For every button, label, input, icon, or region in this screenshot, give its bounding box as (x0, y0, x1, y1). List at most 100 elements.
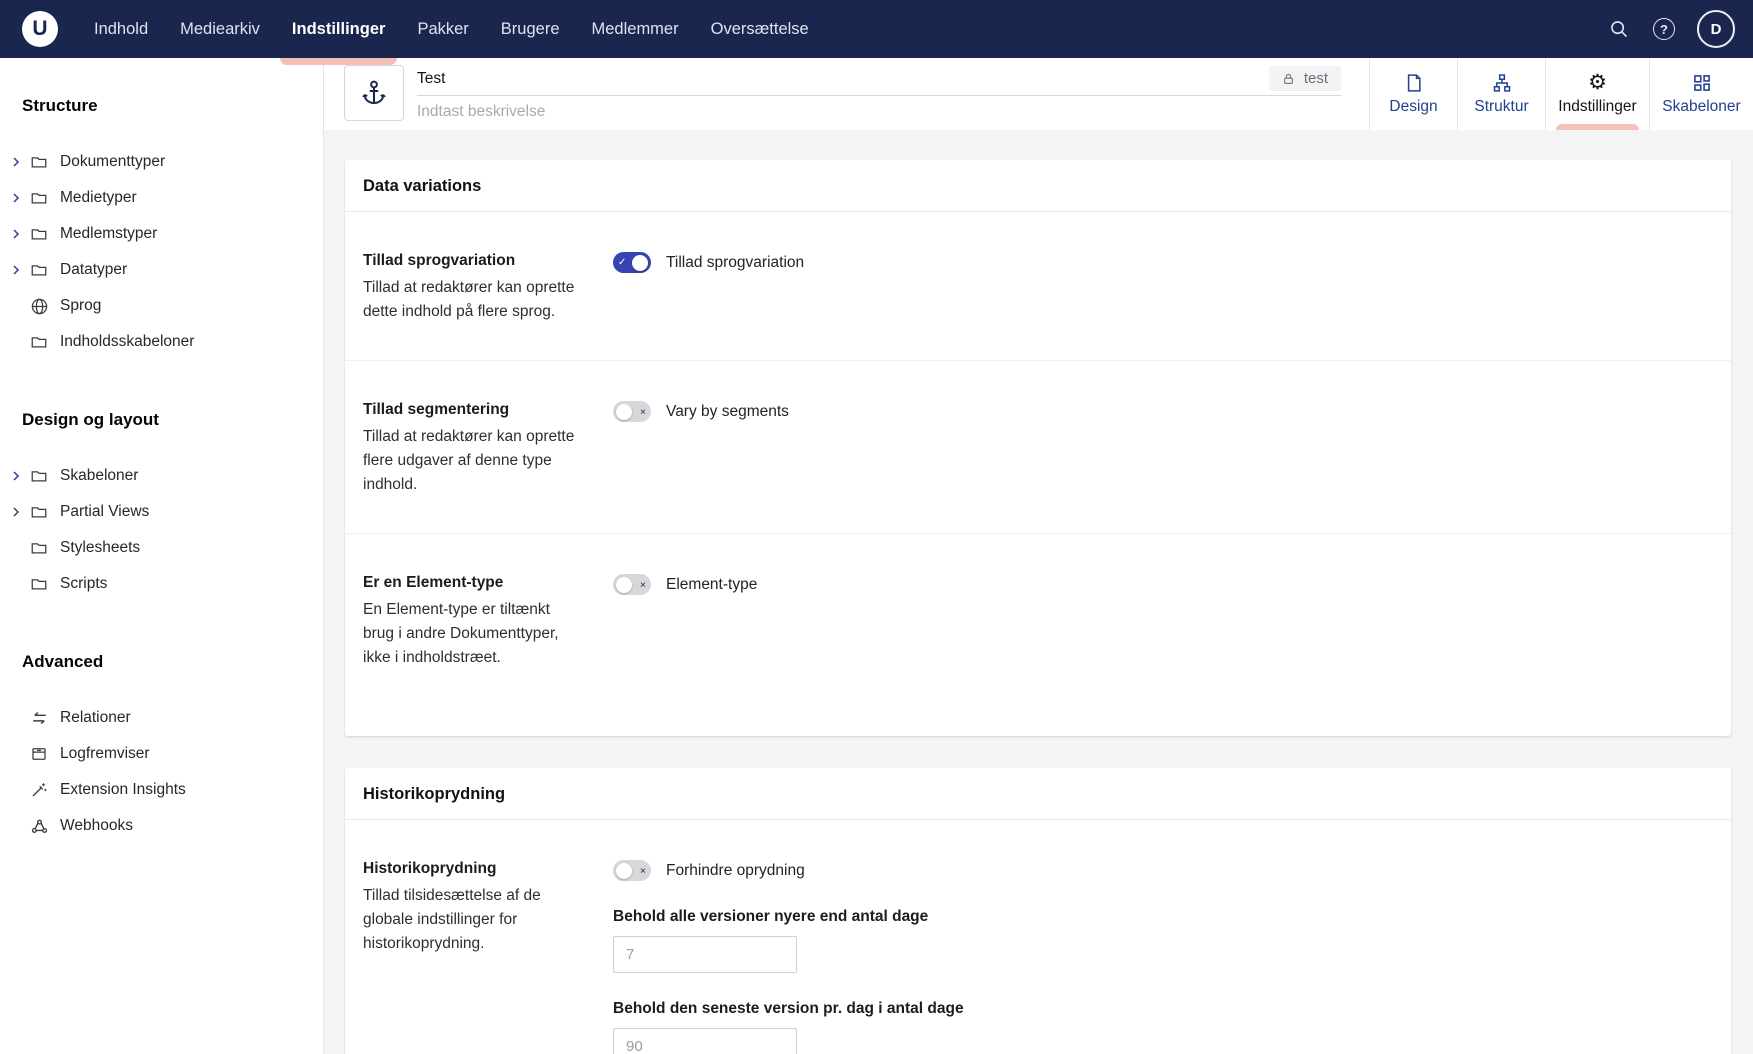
property-label: Historikoprydning (363, 860, 593, 878)
active-indicator (1556, 124, 1639, 130)
umbraco-logo[interactable]: U (22, 11, 58, 47)
topnav-item-pakker[interactable]: Pakker (401, 0, 484, 58)
sidebar-item-label: Dokumenttyper (60, 153, 165, 171)
tab-indstillinger[interactable]: ⚙ Indstillinger (1545, 58, 1649, 130)
sidebar-item-label: Relationer (60, 709, 131, 727)
sidebar-item-medlemstyper[interactable]: Medlemstyper (0, 216, 323, 252)
sidebar-item-scripts[interactable]: Scripts (0, 566, 323, 602)
sidebar-item-label: Skabeloner (60, 467, 138, 485)
toggle-knob (616, 863, 632, 879)
chevron-right-icon[interactable] (8, 228, 24, 240)
gear-icon: ⚙ (1588, 73, 1607, 93)
settings-content: Data variations Tillad sprogvariation Ti… (324, 130, 1753, 1054)
sidebar-item-extension-insights[interactable]: Extension Insights (0, 772, 323, 808)
property-label: Er en Element-type (363, 574, 593, 592)
tab-label: Indstillinger (1558, 98, 1636, 116)
chevron-right-icon[interactable] (8, 192, 24, 204)
active-indicator (280, 58, 398, 65)
help-icon[interactable]: ? (1653, 18, 1675, 40)
avatar-initial: D (1711, 21, 1722, 38)
card-historikoprydning: Historikoprydning Historikoprydning Till… (345, 768, 1731, 1054)
grid-icon (1692, 73, 1712, 93)
lock-icon (1282, 72, 1295, 86)
avatar[interactable]: D (1697, 10, 1735, 48)
sidebar-item-label: Sprog (60, 297, 101, 315)
alias-lock-badge[interactable]: test (1269, 66, 1341, 91)
tab-skabeloner[interactable]: Skabeloner (1649, 58, 1753, 130)
document-icon (1404, 73, 1424, 93)
toggle-vary-by-culture[interactable]: ✓ (613, 252, 651, 273)
description-input[interactable] (417, 103, 1341, 121)
property-label: Tillad sprogvariation (363, 252, 593, 270)
wand-icon (29, 780, 49, 800)
toggle-prevent-cleanup[interactable]: × (613, 860, 651, 881)
folder-icon (29, 260, 49, 280)
chevron-right-icon[interactable] (8, 264, 24, 276)
topnav-label: Indhold (94, 20, 148, 39)
card-title: Data variations (345, 160, 1731, 212)
sidebar-item-indholdsskabeloner[interactable]: Indholdsskabeloner (0, 324, 323, 360)
webhook-icon (29, 816, 49, 836)
sidebar-item-logfremviser[interactable]: Logfremviser (0, 736, 323, 772)
sidebar-item-label: Medietyper (60, 189, 137, 207)
folder-icon (29, 574, 49, 594)
sidebar-item-skabeloner[interactable]: Skabeloner (0, 458, 323, 494)
x-icon: × (640, 866, 648, 876)
folder-icon (29, 332, 49, 352)
log-viewer-icon (29, 744, 49, 764)
tab-design[interactable]: Design (1369, 58, 1457, 130)
tab-label: Design (1389, 98, 1437, 116)
sidebar-item-webhooks[interactable]: Webhooks (0, 808, 323, 844)
topnav-item-mediearkiv[interactable]: Mediearkiv (164, 0, 276, 58)
topnav-item-brugere[interactable]: Brugere (485, 0, 576, 58)
sidebar-item-partial-views[interactable]: Partial Views (0, 494, 323, 530)
card-data-variations: Data variations Tillad sprogvariation Ti… (345, 160, 1731, 736)
search-icon[interactable] (1607, 17, 1631, 41)
x-icon: × (640, 580, 648, 590)
folder-icon (29, 538, 49, 558)
property-row-historikoprydning: Historikoprydning Tillad tilsidesættelse… (345, 820, 1731, 1054)
toggle-label: Forhindre oprydning (666, 862, 805, 880)
topnav-item-indstillinger[interactable]: Indstillinger (276, 0, 402, 58)
section-title-structure: Structure (22, 96, 323, 116)
topnav-sections: Indhold Mediearkiv Indstillinger Pakker … (78, 0, 825, 58)
section-title-design-og-layout: Design og layout (22, 410, 323, 430)
sidebar-item-relationer[interactable]: Relationer (0, 700, 323, 736)
sidebar-item-stylesheets[interactable]: Stylesheets (0, 530, 323, 566)
chevron-right-icon[interactable] (8, 470, 24, 482)
sidebar-item-medietyper[interactable]: Medietyper (0, 180, 323, 216)
x-icon: × (640, 407, 648, 417)
tab-label: Skabeloner (1662, 98, 1740, 116)
topnav-item-oversaettelse[interactable]: Oversættelse (695, 0, 825, 58)
toggle-vary-by-segments[interactable]: × (613, 401, 651, 422)
topnav-label: Medlemmer (592, 20, 679, 39)
keep-all-versions-input[interactable] (613, 936, 797, 973)
toggle-knob (616, 404, 632, 420)
name-input[interactable] (417, 70, 1269, 88)
sidebar-item-dokumenttyper[interactable]: Dokumenttyper (0, 144, 323, 180)
globe-icon (29, 296, 49, 316)
logo-letter: U (32, 17, 47, 41)
property-description: Tillad at redaktører kan oprette dette i… (363, 276, 593, 324)
alias-text: test (1304, 70, 1328, 87)
sidebar-item-label: Extension Insights (60, 781, 186, 799)
sidebar-item-label: Webhooks (60, 817, 133, 835)
field-label-keep-latest-version: Behold den seneste version pr. dag i ant… (613, 1000, 1711, 1018)
property-description: En Element-type er tiltænkt brug i andre… (363, 598, 593, 670)
toggle-element-type[interactable]: × (613, 574, 651, 595)
topnav-item-indhold[interactable]: Indhold (78, 0, 164, 58)
toggle-label: Element-type (666, 576, 757, 594)
entity-icon-button[interactable] (344, 65, 404, 121)
chevron-right-icon[interactable] (8, 506, 24, 518)
topnav-label: Brugere (501, 20, 560, 39)
sitemap-icon (1492, 73, 1512, 93)
folder-icon (29, 466, 49, 486)
tab-label: Struktur (1474, 98, 1528, 116)
sidebar-item-datatyper[interactable]: Datatyper (0, 252, 323, 288)
topnav-item-medlemmer[interactable]: Medlemmer (576, 0, 695, 58)
chevron-right-icon[interactable] (8, 156, 24, 168)
toggle-label: Vary by segments (666, 403, 789, 421)
tab-struktur[interactable]: Struktur (1457, 58, 1545, 130)
keep-latest-per-day-input[interactable] (613, 1028, 797, 1054)
sidebar-item-sprog[interactable]: Sprog (0, 288, 323, 324)
